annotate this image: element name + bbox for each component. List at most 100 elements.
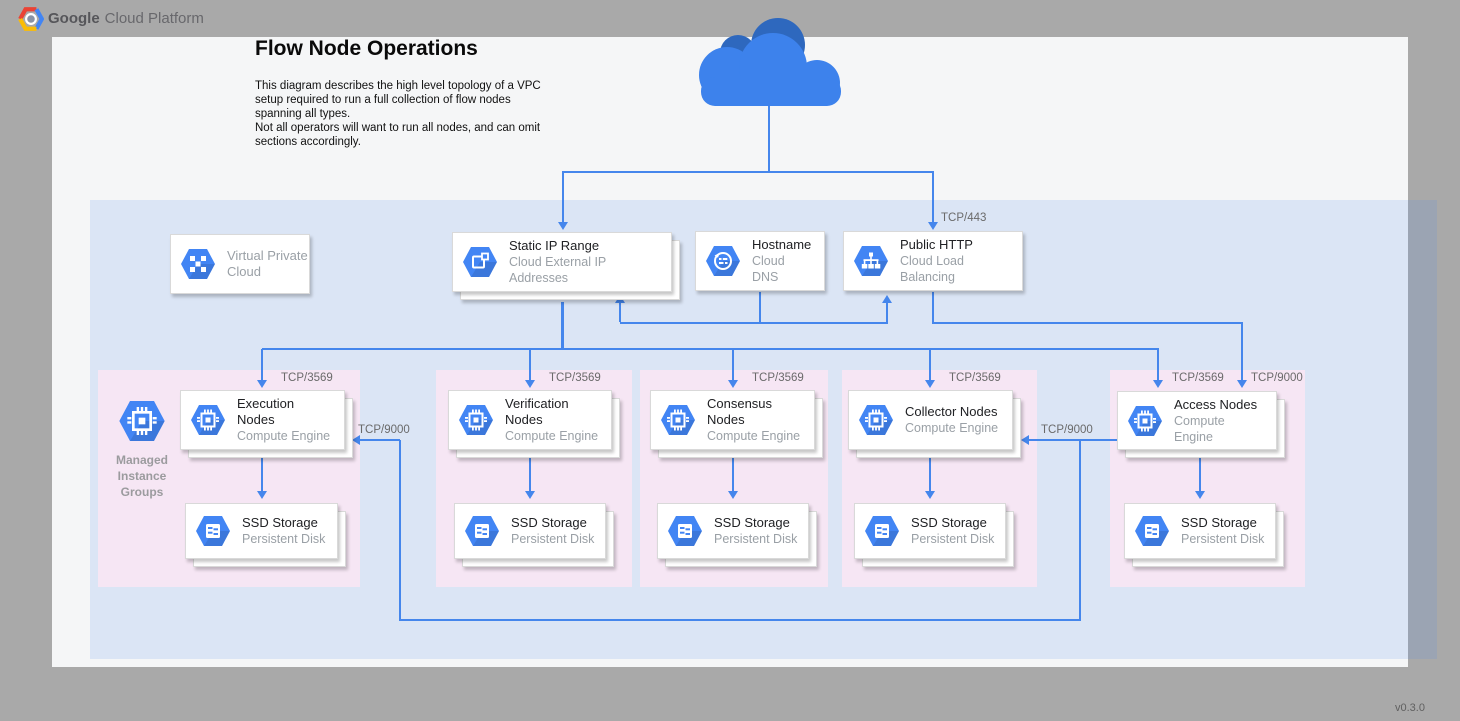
wordmark-google: Google [48,10,100,27]
card-title: Consensus Nodes [707,396,804,428]
card-title: Execution Nodes [237,396,334,428]
arrow-access-ssd [1195,491,1205,499]
page-title: Flow Node Operations [255,37,478,61]
card-title: Public HTTP [900,237,1012,253]
edge-internet-to-lb [932,172,934,222]
persistent-disk-icon [1135,516,1169,546]
edge-internet-split [562,171,934,173]
wordmark-cloud-platform: Cloud Platform [105,10,204,27]
compute-engine-icon [661,405,695,435]
port-label-tcp3569-access: TCP/3569 [1172,372,1224,384]
card-subtitle: Cloud External IP Addresses [509,254,661,286]
edge-bus-to-access [1157,349,1159,380]
card-title: Virtual Private Cloud [227,248,311,280]
edge-consensus-to-ssd [732,455,734,491]
access-ssd-card: SSD Storage Persistent Disk [1124,503,1276,559]
arrow-into-verification [525,380,535,388]
verification-nodes-card: Verification Nodes Compute Engine [448,390,612,450]
edge-lb-to-access [1241,323,1243,380]
edge-loop-bottom [399,619,1081,621]
port-label-tcp443: TCP/443 [941,212,986,224]
top-bar: Google Cloud Platform [0,0,1460,37]
edge-collector-to-ssd [929,455,931,491]
persistent-disk-icon [668,516,702,546]
verification-ssd-card: SSD Storage Persistent Disk [454,503,606,559]
edge-loop-left-up [399,440,401,620]
edge-internet-trunk [768,106,770,172]
compute-engine-icon [191,405,225,435]
card-title: SSD Storage [1181,515,1264,531]
arrow-into-lb-bottom [882,295,892,303]
card-subtitle: Persistent Disk [1181,531,1264,547]
arrow-consensus-ssd [728,491,738,499]
edge-access-to-ssd [1199,455,1201,491]
card-subtitle: Persistent Disk [511,531,594,547]
version-label: v0.3.0 [1395,702,1425,714]
arrow-into-staticip-top [558,222,568,230]
compute-engine-icon [1128,406,1162,436]
persistent-disk-icon [465,516,499,546]
consensus-ssd-card: SSD Storage Persistent Disk [657,503,809,559]
card-title: SSD Storage [714,515,797,531]
port-label-tcp3569-execution: TCP/3569 [281,372,333,384]
card-subtitle: Compute Engine [237,428,334,444]
card-subtitle: Compute Engine [905,420,998,436]
edge-node-bus [262,348,1159,350]
persistent-disk-icon [196,516,230,546]
edge-access-out [1080,439,1117,441]
edge-bus-to-execution [261,349,263,380]
arrow-verification-ssd [525,491,535,499]
execution-nodes-card: Execution Nodes Compute Engine [180,390,345,450]
card-subtitle: Compute Engine [707,428,804,444]
edge-staticip-trunk [561,302,564,349]
product-wordmark: Google Cloud Platform [48,10,204,27]
card-subtitle: Cloud Load Balancing [900,253,1012,285]
edge-dns-bus [620,322,888,324]
edge-verification-to-ssd [529,455,531,491]
edge-dns-down [759,292,761,323]
card-title: Hostname [752,237,814,253]
port-label-tcp3569-verification: TCP/3569 [549,372,601,384]
edge-bus-to-consensus [732,349,734,380]
arrow-into-execution [257,380,267,388]
collector-nodes-card: Collector Nodes Compute Engine [848,390,1013,450]
card-subtitle: Compute Engine [1174,413,1266,445]
arrow-into-access [1153,380,1163,388]
diagram-description: This diagram describes the high level to… [255,79,543,149]
card-subtitle: Cloud DNS [752,253,814,285]
persistent-disk-icon [865,516,899,546]
hostname-card: Hostname Cloud DNS [695,231,825,291]
card-title: SSD Storage [911,515,994,531]
port-label-tcp9000-collector: TCP/9000 [1041,424,1093,436]
port-label-tcp9000-access-top: TCP/9000 [1251,372,1303,384]
vpc-icon [181,249,215,279]
compute-engine-icon [459,405,493,435]
access-nodes-card: Access Nodes Compute Engine [1117,391,1277,450]
card-title: Static IP Range [509,238,661,254]
edge-execution-to-ssd [261,455,263,491]
arrow-lb-into-access [1237,380,1247,388]
virtual-private-cloud-card: Virtual Private Cloud [170,234,310,294]
arrow-into-consensus [728,380,738,388]
card-subtitle: Compute Engine [505,428,601,444]
arrow-into-collector [925,380,935,388]
edge-access-to-collector [1029,439,1080,441]
port-label-tcp3569-collector: TCP/3569 [949,372,1001,384]
edge-lb-right [932,322,1243,324]
edge-dns-to-lb [886,303,888,322]
managed-instance-groups-label: Managed Instance Groups [103,452,181,500]
managed-instance-groups-icon [119,401,165,441]
card-subtitle: Persistent Disk [714,531,797,547]
load-balancer-icon [854,246,888,276]
arrow-execution-ssd [257,491,267,499]
edge-loop-right-down [1079,440,1081,620]
diagram-stage: Google Cloud Platform Flow Node Operation… [0,0,1460,721]
edge-internet-to-staticip [562,172,564,222]
collector-ssd-card: SSD Storage Persistent Disk [854,503,1006,559]
edge-access-to-execution [360,439,400,441]
arrow-into-execution-right [352,435,360,445]
card-title: Collector Nodes [905,404,998,420]
edge-dns-to-staticip [619,303,621,322]
arrow-into-collector-right [1021,435,1029,445]
card-subtitle: Persistent Disk [911,531,994,547]
